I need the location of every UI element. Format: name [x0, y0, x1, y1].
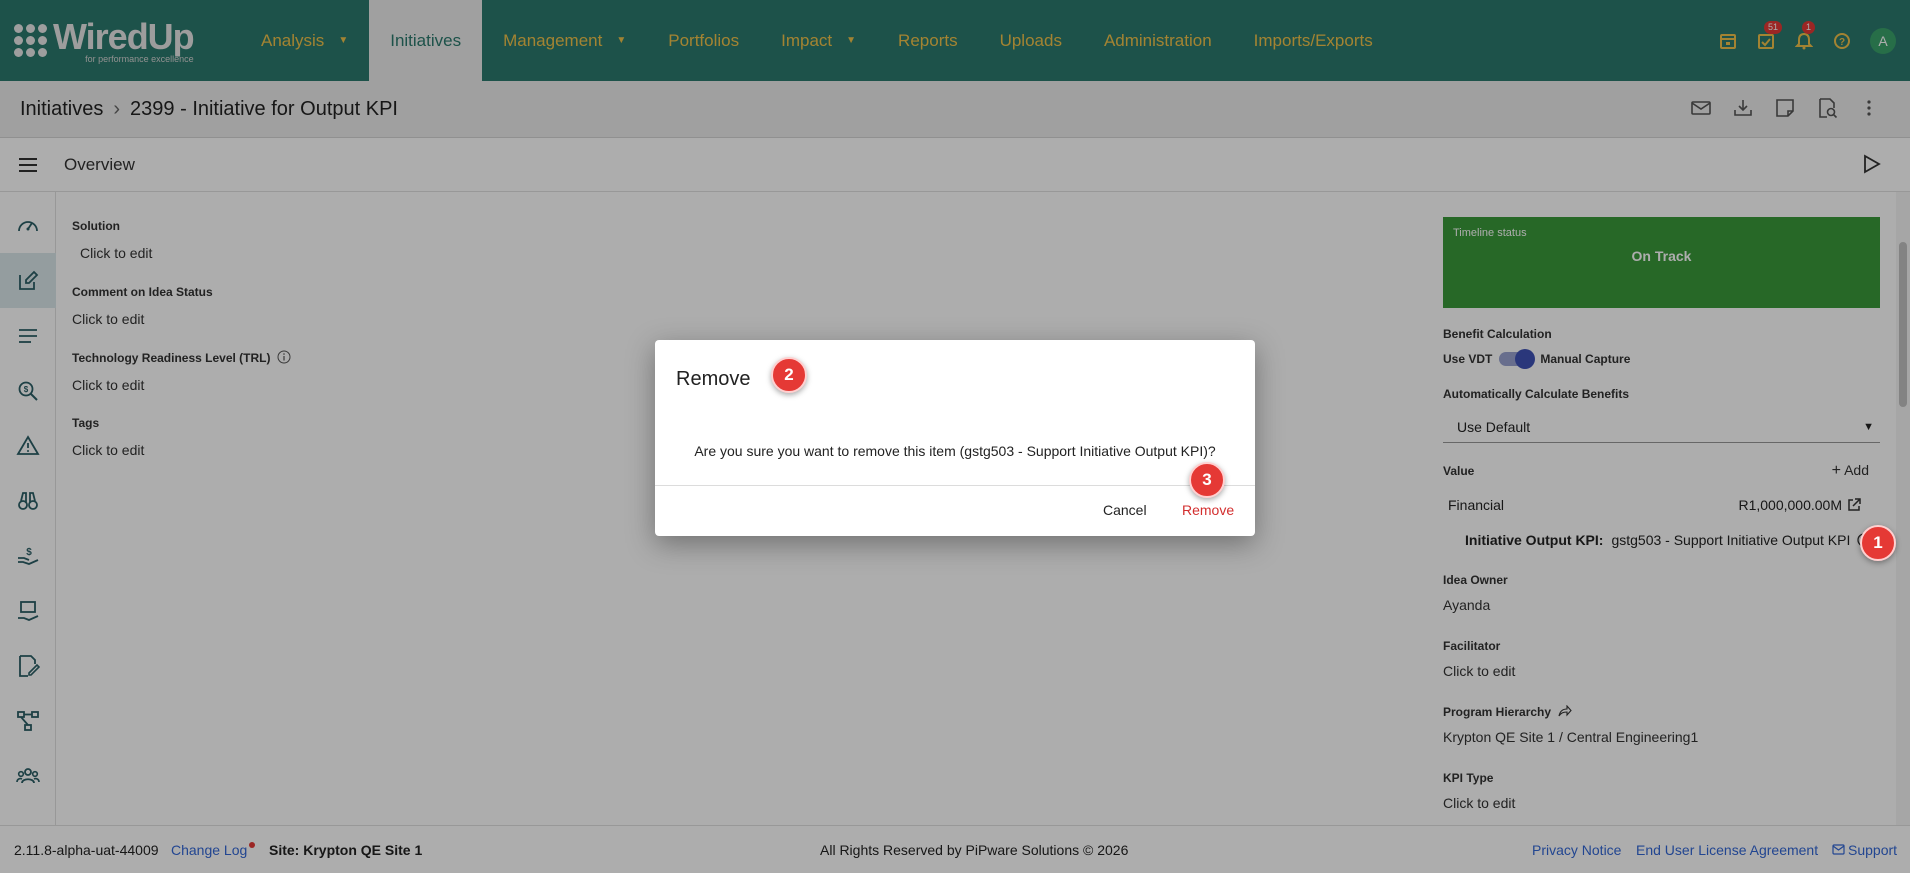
- step-marker-2: 2: [771, 357, 807, 393]
- dialog-divider: [655, 485, 1255, 486]
- dialog-message: Are you sure you want to remove this ite…: [694, 443, 1216, 459]
- step-marker-1: 1: [1860, 525, 1896, 561]
- cancel-button[interactable]: Cancel: [1103, 502, 1147, 518]
- dialog-title: Remove: [676, 368, 751, 390]
- step-marker-3: 3: [1189, 462, 1225, 498]
- remove-button[interactable]: Remove: [1182, 502, 1234, 518]
- remove-dialog: Remove Are you sure you want to remove t…: [655, 340, 1255, 536]
